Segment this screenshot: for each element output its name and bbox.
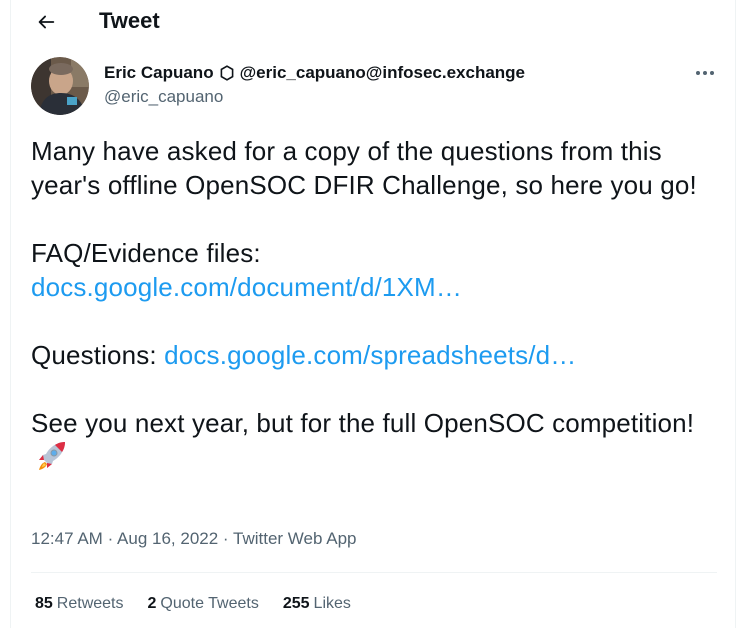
- rocket-emoji-icon: [35, 440, 67, 480]
- meta-separator: ·: [107, 529, 114, 548]
- author-name[interactable]: Eric Capuano: [104, 63, 214, 83]
- avatar[interactable]: [31, 57, 89, 115]
- tweet-text: Many have asked for a copy of the questi…: [31, 134, 721, 480]
- author-line: Eric Capuano @eric_capuano@infosec.excha…: [104, 63, 525, 83]
- questions-label: Questions:: [31, 340, 157, 370]
- tweet-stats: 85 Retweets 2 Quote Tweets 255 Likes: [35, 594, 375, 614]
- retweets-count: 85: [35, 595, 53, 612]
- divider: [31, 572, 717, 573]
- mastodon-handle: @eric_capuano@infosec.exchange: [239, 63, 526, 82]
- questions-link[interactable]: docs.google.com/spreadsheets/d…: [164, 340, 576, 370]
- faq-link[interactable]: docs.google.com/document/d/1XM…: [31, 272, 462, 302]
- tweet-time[interactable]: 12:47 AM: [31, 529, 103, 548]
- header: Tweet: [11, 0, 735, 44]
- profile-photo: [31, 57, 89, 115]
- quotes-stat[interactable]: 2 Quote Tweets: [148, 594, 259, 614]
- tweet-source[interactable]: Twitter Web App: [233, 529, 356, 548]
- retweets-label: Retweets: [56, 595, 124, 612]
- author-handle[interactable]: @eric_capuano: [104, 87, 223, 107]
- page-title: Tweet: [99, 8, 160, 33]
- meta-separator: ·: [222, 529, 229, 548]
- arrow-left-icon: [38, 15, 55, 29]
- questions-line: Questions: docs.google.com/spreadsheets/…: [31, 338, 721, 372]
- more-button[interactable]: [693, 63, 717, 83]
- closing-text: See you next year, but for the full Open…: [31, 408, 695, 438]
- likes-stat[interactable]: 255 Likes: [283, 594, 351, 614]
- more-horizontal-icon: [696, 71, 714, 75]
- retweets-stat[interactable]: 85 Retweets: [35, 594, 124, 614]
- tweet-paragraph-1: Many have asked for a copy of the questi…: [31, 136, 697, 200]
- faq-label: FAQ/Evidence files:: [31, 238, 261, 268]
- tweet-meta: 12:47 AM · Aug 16, 2022 · Twitter Web Ap…: [31, 528, 356, 550]
- likes-label: Likes: [313, 595, 351, 612]
- hexagon-outline-icon: [220, 65, 234, 81]
- quotes-count: 2: [147, 595, 157, 612]
- likes-count: 255: [282, 595, 310, 612]
- tweet-page: Tweet Eric Capuano @eric_capuano@infosec…: [10, 0, 736, 628]
- closing-line: See you next year, but for the full Open…: [31, 406, 721, 480]
- back-button[interactable]: [29, 5, 63, 39]
- quotes-label: Quote Tweets: [160, 595, 259, 612]
- tweet-date[interactable]: Aug 16, 2022: [117, 529, 218, 548]
